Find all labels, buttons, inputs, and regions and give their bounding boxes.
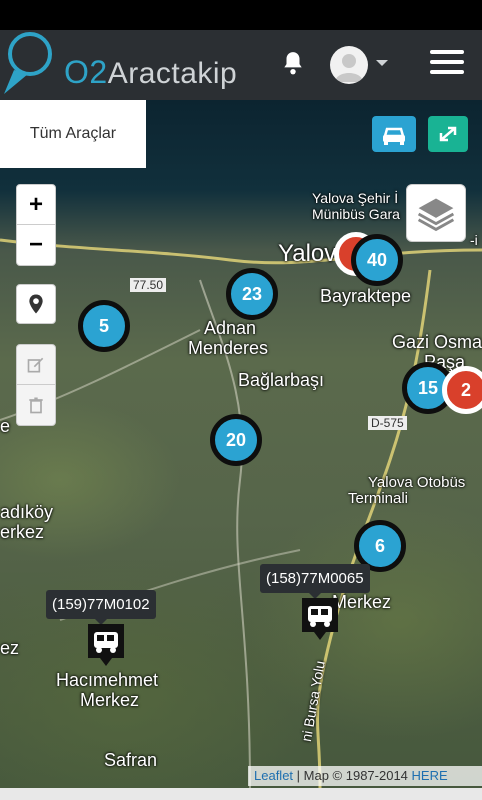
vehicle-tooltip: (159)77M0102 <box>46 590 156 625</box>
status-bar <box>0 0 482 30</box>
place-label: Yalova Şehir İ <box>312 190 399 206</box>
place-label: Münibüs Gara <box>312 206 400 222</box>
fullscreen-button[interactable] <box>428 116 468 152</box>
bus-marker-icon[interactable] <box>88 624 124 666</box>
edit-button[interactable] <box>17 345 55 385</box>
user-avatar-icon[interactable] <box>330 46 368 84</box>
place-label: Bayraktepe <box>320 286 412 306</box>
edit-icon <box>27 357 44 372</box>
here-link[interactable]: HERE <box>412 768 448 783</box>
place-label: Merkez <box>332 592 392 612</box>
leaflet-link[interactable]: Leaflet <box>254 768 293 783</box>
vehicle-button[interactable] <box>372 116 416 152</box>
cluster-marker[interactable]: 23 <box>226 268 278 320</box>
road-label: D-575 <box>368 416 407 430</box>
place-label: Gazi Osma <box>392 332 482 352</box>
place-label: adıköy <box>0 502 54 522</box>
car-icon <box>383 127 405 145</box>
place-label: -i <box>470 232 478 248</box>
vehicle-tooltip: (158)77M0065 <box>260 564 370 599</box>
cluster-marker[interactable]: 5 <box>78 300 130 352</box>
map-attribution: Leaflet | Map © 1987-2014 HERE <box>248 766 482 786</box>
place-label: Terminali <box>348 490 409 507</box>
expand-icon <box>439 126 457 142</box>
place-label: Yalova Otobüs <box>368 474 466 491</box>
place-label: Bağlarbaşı <box>238 370 325 390</box>
cluster-marker[interactable]: 40 <box>351 234 403 286</box>
cluster-marker[interactable]: 2 <box>442 366 482 414</box>
place-label: Merkez <box>80 690 140 710</box>
layers-button[interactable] <box>406 184 466 242</box>
bell-icon[interactable] <box>280 50 306 76</box>
map-pin-icon <box>29 294 43 314</box>
trash-icon <box>29 397 43 414</box>
zoom-control: + − <box>16 184 56 266</box>
locate-button[interactable] <box>16 284 56 324</box>
layers-icon <box>417 198 455 232</box>
place-label: Menderes <box>188 338 269 358</box>
place-label: Hacımehmet <box>56 670 159 690</box>
attribution-text: | Map © 1987-2014 <box>293 768 412 783</box>
place-label: ez <box>0 638 20 658</box>
logo-text: O2Aractakip <box>64 54 238 90</box>
bus-marker-icon[interactable] <box>302 598 338 640</box>
cluster-marker[interactable]: 20 <box>210 414 262 466</box>
zoom-in-button[interactable]: + <box>17 185 55 225</box>
bottom-bar <box>0 788 482 800</box>
place-label: Adnan <box>204 318 257 338</box>
all-vehicles-tab[interactable]: Tüm Araçlar <box>0 100 146 168</box>
place-label: Safran <box>104 750 158 770</box>
chevron-down-icon[interactable] <box>376 60 388 66</box>
place-label: e <box>0 416 11 436</box>
hamburger-menu-icon[interactable] <box>430 50 464 76</box>
draw-toolbar <box>16 344 56 426</box>
road-label: 77.50 <box>130 278 167 292</box>
delete-button[interactable] <box>17 385 55 425</box>
zoom-out-button[interactable]: − <box>17 225 55 265</box>
place-label: erkez <box>0 522 45 542</box>
